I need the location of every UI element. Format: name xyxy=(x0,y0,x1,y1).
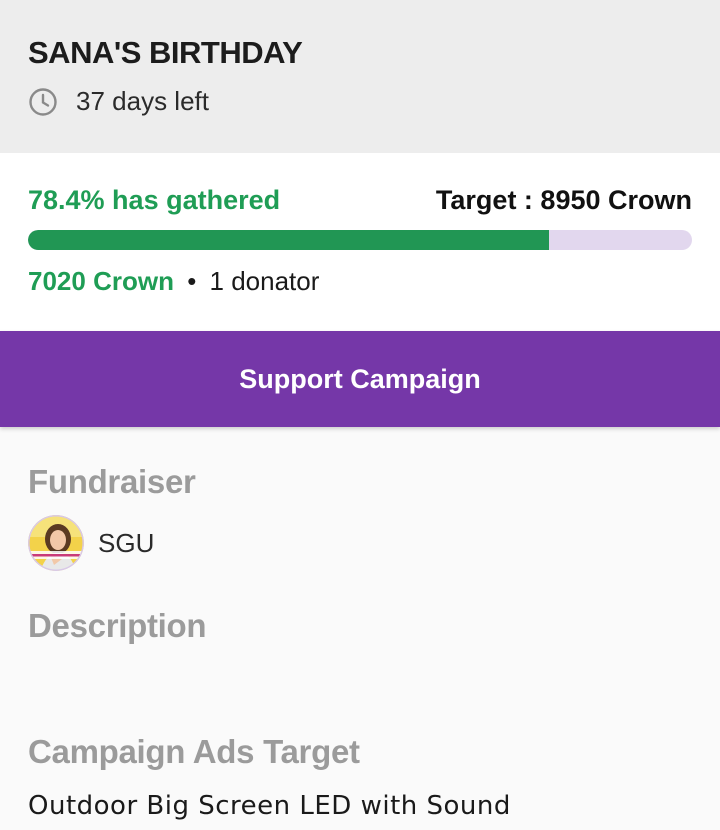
donator-count: 1 donator xyxy=(209,266,320,296)
description-heading: Description xyxy=(28,607,207,644)
days-left-text: 37 days left xyxy=(76,86,209,116)
ads-target-value: Outdoor Big Screen LED with Sound xyxy=(28,791,511,821)
avatar[interactable] xyxy=(28,515,84,571)
progress-summary: 78.4% has gathered Target : 8950 Crown xyxy=(28,185,692,216)
campaign-header: SANA'S BIRTHDAY 37 days left xyxy=(0,0,720,153)
support-campaign-button[interactable]: Support Campaign xyxy=(0,331,720,427)
days-left-row: 37 days left xyxy=(28,86,692,117)
separator-dot: • xyxy=(187,266,197,296)
target-amount: Target : 8950 Crown xyxy=(435,185,692,215)
progress-card: 78.4% has gathered Target : 8950 Crown 7… xyxy=(0,153,720,331)
fundraiser-heading: Fundraiser xyxy=(28,463,196,500)
progress-bar-track xyxy=(28,230,692,250)
fundraiser-row[interactable]: SGU xyxy=(28,515,692,571)
collected-amount: 7020 Crown xyxy=(28,266,174,296)
campaign-details: Fundraiser SGU Description Campaign Ads … xyxy=(0,463,720,821)
clock-icon xyxy=(28,87,58,117)
progress-details: 7020 Crown • 1 donator xyxy=(28,266,692,297)
fundraiser-name[interactable]: SGU xyxy=(98,528,154,559)
progress-bar-fill xyxy=(28,230,549,250)
percent-gathered: 78.4% has gathered xyxy=(28,185,281,215)
campaign-title: SANA'S BIRTHDAY xyxy=(28,35,303,70)
ads-target-heading: Campaign Ads Target xyxy=(28,733,360,770)
